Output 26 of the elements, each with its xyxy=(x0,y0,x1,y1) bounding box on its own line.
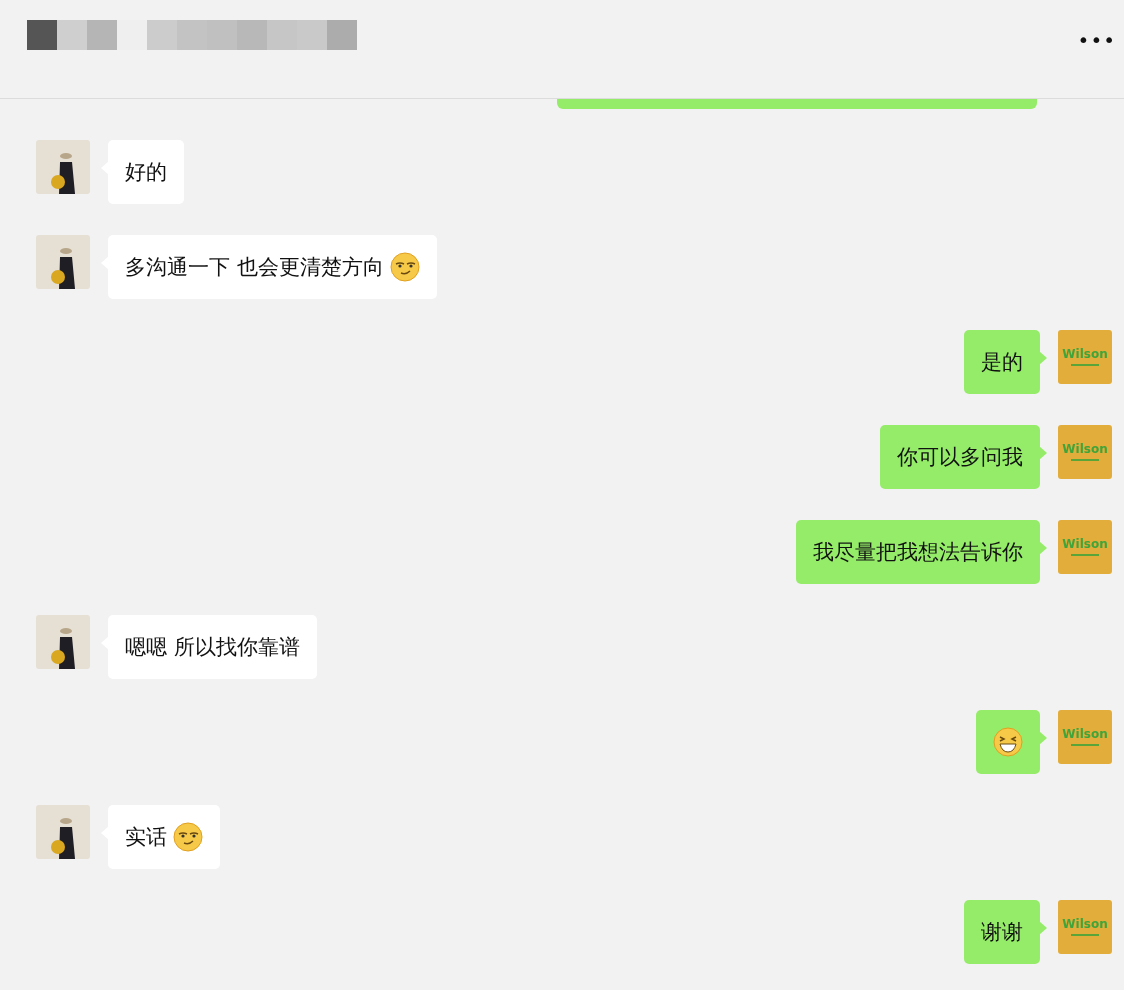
message-text: 多沟通一下 也会更清楚方向 xyxy=(125,254,384,281)
smirking-face-icon xyxy=(173,822,203,852)
avatar[interactable]: Wilson xyxy=(1058,520,1112,574)
avatar[interactable]: Wilson xyxy=(1058,425,1112,479)
avatar[interactable] xyxy=(36,140,90,194)
message-text: 好的 xyxy=(125,159,167,186)
avatar[interactable]: Wilson xyxy=(1058,330,1112,384)
avatar-label: Wilson xyxy=(1062,538,1108,550)
smirking-face-icon xyxy=(389,252,420,282)
message-text: 你可以多问我 xyxy=(897,444,1023,471)
avatar-label: Wilson xyxy=(1062,918,1108,930)
avatar-label: Wilson xyxy=(1062,728,1108,740)
avatar[interactable]: Wilson xyxy=(1058,710,1112,764)
avatar[interactable]: Wilson xyxy=(1058,900,1112,954)
avatar-label: Wilson xyxy=(1062,443,1108,455)
avatar-label: Wilson xyxy=(1062,348,1108,360)
avatar[interactable] xyxy=(36,235,90,289)
message-text: 谢谢 xyxy=(981,919,1023,946)
more-button[interactable]: ••• xyxy=(1077,28,1116,52)
message-text: 实话 xyxy=(125,824,167,851)
message-text: 我尽量把我想法告诉你 xyxy=(813,539,1023,566)
avatar[interactable] xyxy=(36,805,90,859)
message-text: 是的 xyxy=(981,349,1023,376)
grinning-face-icon xyxy=(993,727,1023,757)
message-text: 嗯嗯 所以找你靠谱 xyxy=(125,634,300,661)
avatar[interactable] xyxy=(36,615,90,669)
